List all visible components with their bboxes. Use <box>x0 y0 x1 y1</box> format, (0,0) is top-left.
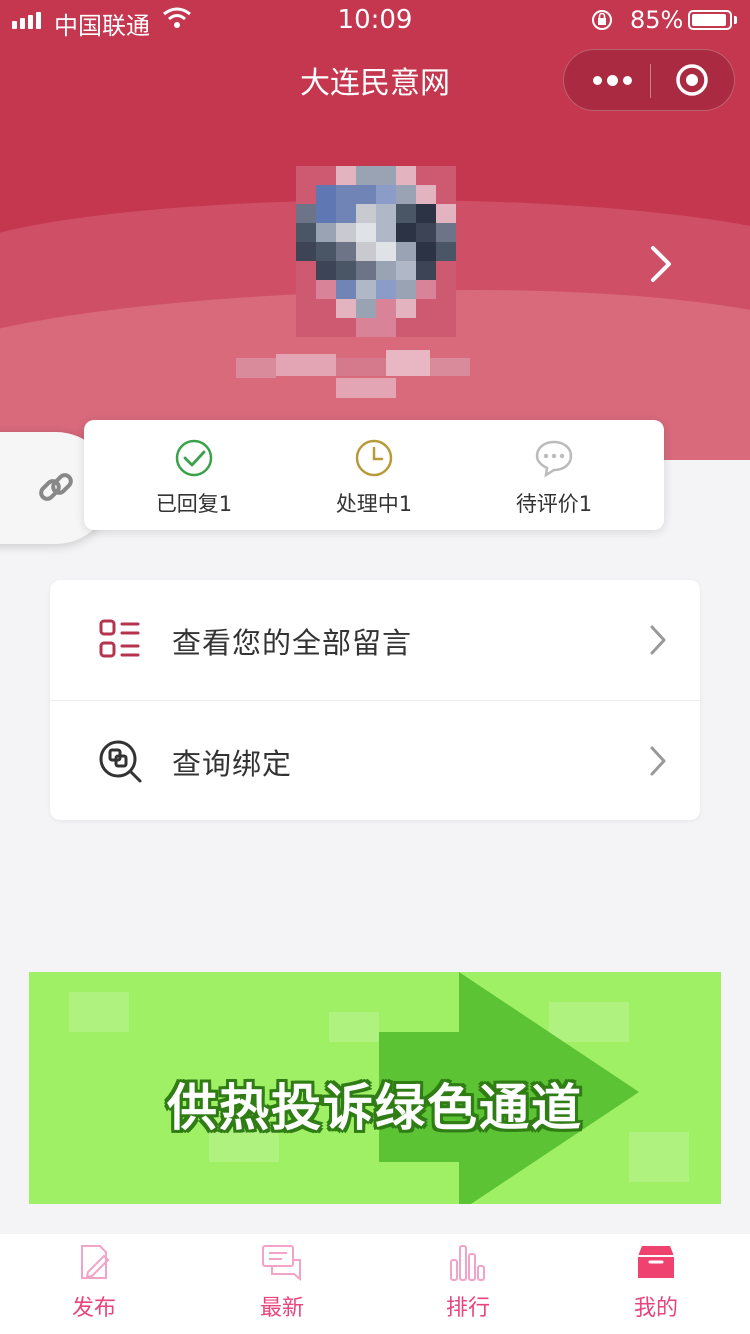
inbox-icon <box>638 1246 674 1278</box>
edit-icon <box>81 1245 110 1279</box>
stat-label: 处理中1 <box>335 492 413 516</box>
messages-icon <box>262 1245 301 1282</box>
menu-item-query-binding[interactable]: 查询绑定 <box>50 700 700 821</box>
close-target-icon[interactable] <box>674 62 710 98</box>
tab-latest[interactable]: 最新 <box>222 1242 342 1322</box>
menu-label: 查看您的全部留言 <box>172 626 413 660</box>
bar-chart-icon <box>450 1245 485 1281</box>
tab-bar: 发布 最新 排行 我的 <box>0 1234 750 1334</box>
username-pixelated <box>236 340 476 400</box>
menu-item-all-messages[interactable]: 查看您的全部留言 <box>50 580 700 700</box>
check-circle-icon <box>175 439 213 477</box>
battery-icon <box>688 10 732 30</box>
profile-header: 中国联通 10:09 85% 大连民意网 <box>0 0 750 460</box>
avatar[interactable] <box>296 166 456 337</box>
stat-replied[interactable]: 已回复1 <box>104 438 284 518</box>
clock-icon <box>355 439 393 477</box>
battery-cap <box>734 16 737 24</box>
tab-publish[interactable]: 发布 <box>34 1242 154 1322</box>
chevron-right-icon <box>650 746 666 776</box>
chevron-right-icon <box>650 625 666 655</box>
message-list-icon <box>99 619 140 658</box>
tab-label: 发布 <box>71 1296 116 1321</box>
capsule-divider <box>650 64 651 98</box>
chat-bubble-icon <box>535 440 573 478</box>
stat-processing[interactable]: 处理中1 <box>284 438 464 518</box>
search-binding-icon <box>99 740 142 783</box>
menu-label: 查询绑定 <box>172 747 293 781</box>
link-icon <box>39 473 73 501</box>
battery-percent: 85% <box>630 6 684 34</box>
message-stats-card: 已回复1 处理中1 待评价1 <box>84 420 664 530</box>
tab-label: 排行 <box>445 1296 490 1321</box>
tab-label: 我的 <box>633 1296 678 1321</box>
more-icon[interactable] <box>588 50 636 110</box>
menu-card: 查看您的全部留言 查询绑定 <box>50 580 700 820</box>
status-bar: 中国联通 10:09 85% <box>0 0 750 40</box>
tab-mine[interactable]: 我的 <box>596 1242 716 1322</box>
chevron-right-icon[interactable] <box>648 244 674 284</box>
rotation-lock-icon <box>592 10 612 30</box>
heating-complaint-banner[interactable]: 供热投诉绿色通道 <box>29 972 721 1204</box>
tab-ranking[interactable]: 排行 <box>408 1242 528 1322</box>
stat-label: 待评价1 <box>515 492 593 516</box>
banner-title: 供热投诉绿色通道 <box>167 1079 583 1137</box>
stat-label: 已回复1 <box>155 492 233 516</box>
tab-label: 最新 <box>259 1296 304 1321</box>
miniprogram-capsule <box>563 49 735 111</box>
stat-to-review[interactable]: 待评价1 <box>464 438 644 518</box>
